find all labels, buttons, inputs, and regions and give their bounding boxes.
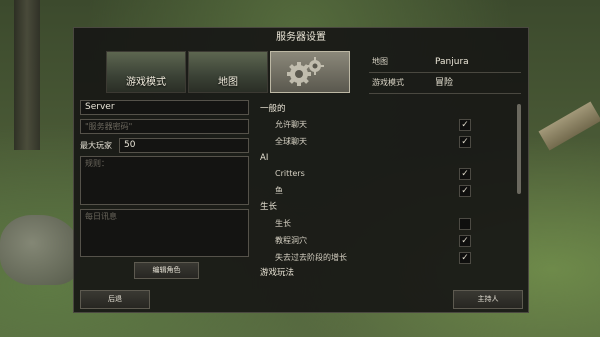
info-mode-value: 冒险 [435, 78, 454, 88]
setting-critters: Critters ✓ [260, 166, 512, 182]
gear-icon [287, 57, 324, 86]
rules-textarea[interactable]: 规则： [80, 156, 249, 205]
checkmark-icon: ✓ [461, 236, 469, 246]
tab-game-mode-label: 游戏模式 [126, 76, 166, 88]
global-chat-checkbox[interactable]: ✓ [459, 136, 471, 148]
background-stone [0, 215, 80, 285]
section-header-ai: AI [260, 153, 269, 163]
tab-game-mode[interactable]: 游戏模式 [106, 51, 186, 93]
setting-critters-label: Critters [275, 169, 305, 178]
setting-lose-stage-growth: 失去过去阶段的增长 ✓ [260, 250, 512, 266]
info-mode-label: 游戏模式 [372, 78, 404, 87]
server-info: 地图 Panjura 游戏模式 冒险 [369, 52, 521, 94]
info-mode-row: 游戏模式 冒险 [369, 73, 521, 94]
max-players-input[interactable]: 50 [119, 138, 249, 153]
allow-chat-checkbox[interactable]: ✓ [459, 119, 471, 131]
growth-checkbox[interactable] [459, 218, 471, 230]
background-log [538, 101, 600, 151]
critters-checkbox[interactable]: ✓ [459, 168, 471, 180]
fish-checkbox[interactable]: ✓ [459, 185, 471, 197]
edit-roles-button[interactable]: 编辑角色 [134, 262, 199, 279]
server-settings-dialog: 服务器设置 游戏模式 地图 地图 Panjura 游戏模式 冒险 Server … [73, 27, 529, 313]
server-password-input[interactable]: "服务器密码" [80, 119, 249, 134]
checkmark-icon: ✓ [461, 120, 469, 130]
checkmark-icon: ✓ [461, 186, 469, 196]
setting-fish: 鱼 ✓ [260, 183, 512, 199]
info-map-row: 地图 Panjura [369, 52, 521, 73]
info-map-label: 地图 [372, 57, 388, 66]
section-header-gameplay: 游戏玩法 [260, 268, 295, 278]
checkmark-icon: ✓ [461, 137, 469, 147]
settings-list: 一般的 允许聊天 ✓ 全球聊天 ✓ AI Critters ✓ 鱼 ✓ 生长 生… [260, 101, 512, 280]
tab-bar: 游戏模式 地图 [106, 51, 350, 93]
setting-tutorial-cave-label: 教程洞穴 [275, 236, 307, 245]
tab-map-label: 地图 [218, 76, 238, 88]
checkmark-icon: ✓ [461, 169, 469, 179]
lose-stage-growth-checkbox[interactable]: ✓ [459, 252, 471, 264]
host-button[interactable]: 主持人 [453, 290, 523, 309]
settings-scrollbar[interactable] [517, 104, 521, 194]
background-tree-trunk [14, 0, 40, 150]
setting-lose-stage-growth-label: 失去过去阶段的增长 [275, 253, 347, 262]
checkmark-icon: ✓ [461, 253, 469, 263]
setting-global-chat-label: 全球聊天 [275, 137, 307, 146]
setting-fish-label: 鱼 [275, 186, 283, 195]
setting-tutorial-cave: 教程洞穴 ✓ [260, 233, 512, 249]
setting-allow-chat: 允许聊天 ✓ [260, 117, 512, 133]
setting-growth-label: 生长 [275, 219, 291, 228]
setting-global-chat: 全球聊天 ✓ [260, 134, 512, 150]
motd-textarea[interactable]: 每日讯息 [80, 209, 249, 257]
info-map-value: Panjura [435, 57, 469, 67]
back-button[interactable]: 后退 [80, 290, 150, 309]
setting-growth: 生长 [260, 216, 512, 232]
max-players-label: 最大玩家 [80, 141, 112, 150]
dialog-title: 服务器设置 [276, 32, 326, 43]
setting-allow-chat-label: 允许聊天 [275, 120, 307, 129]
section-header-general: 一般的 [260, 104, 286, 114]
tutorial-cave-checkbox[interactable]: ✓ [459, 235, 471, 247]
tab-map[interactable]: 地图 [188, 51, 268, 93]
tab-settings[interactable] [270, 51, 350, 93]
server-name-input[interactable]: Server [80, 100, 249, 115]
section-header-growth: 生长 [260, 202, 278, 212]
